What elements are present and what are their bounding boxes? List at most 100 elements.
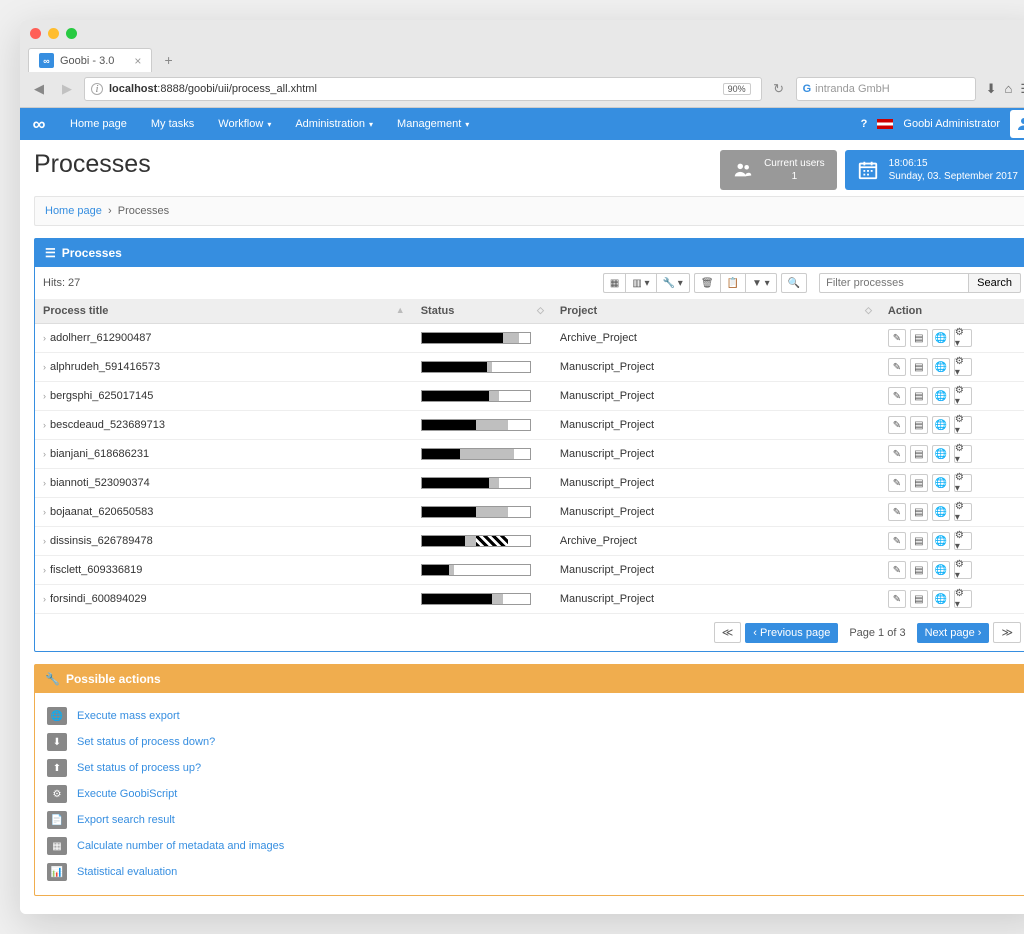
col-title[interactable]: Process title	[43, 305, 108, 317]
action-link[interactable]: Set status of process up?	[77, 762, 201, 774]
action-link[interactable]: Export search result	[77, 814, 175, 826]
action-link[interactable]: Calculate number of metadata and images	[77, 840, 284, 852]
gear-icon[interactable]: ⚙ ▾	[954, 358, 972, 376]
filter-input[interactable]	[819, 273, 969, 293]
window-close-icon[interactable]	[30, 28, 41, 39]
tab-close-icon[interactable]: ×	[134, 54, 141, 68]
logo-icon[interactable]: ∞	[20, 108, 58, 140]
gear-icon[interactable]: ⚙ ▾	[954, 445, 972, 463]
globe-icon[interactable]: 🌐	[932, 561, 950, 579]
delete-button[interactable]: 🗑	[694, 273, 720, 293]
book-icon[interactable]: ▤	[910, 387, 928, 405]
pager-next[interactable]: Next page ›	[917, 623, 990, 643]
back-button[interactable]: ◀	[28, 78, 50, 100]
columns-button[interactable]: ▥ ▾	[625, 273, 655, 293]
expand-icon[interactable]: ›	[43, 594, 46, 604]
edit-icon[interactable]: ✎	[888, 561, 906, 579]
book-icon[interactable]: ▤	[910, 329, 928, 347]
lang-flag-icon[interactable]	[877, 119, 893, 129]
nav-administration[interactable]: Administration▾	[283, 108, 385, 140]
book-icon[interactable]: ▤	[910, 503, 928, 521]
gear-icon[interactable]: ⚙ ▾	[954, 532, 972, 550]
expand-icon[interactable]: ›	[43, 333, 46, 343]
gear-icon[interactable]: ⚙ ▾	[954, 503, 972, 521]
tab-add-button[interactable]: +	[158, 52, 178, 68]
globe-icon[interactable]: 🌐	[932, 358, 950, 376]
process-title[interactable]: adolherr_612900487	[50, 332, 152, 344]
process-title[interactable]: fisclett_609336819	[50, 564, 142, 576]
book-icon[interactable]: ▤	[910, 474, 928, 492]
edit-icon[interactable]: ✎	[888, 416, 906, 434]
search-button[interactable]: Search	[969, 273, 1021, 293]
browser-search[interactable]: G intranda GmbH	[796, 77, 976, 101]
tools-button[interactable]: 🔧 ▾	[656, 273, 690, 293]
gear-icon[interactable]: ⚙ ▾	[954, 561, 972, 579]
nav-management[interactable]: Management▾	[385, 108, 481, 140]
process-title[interactable]: bianjani_618686231	[50, 448, 149, 460]
expand-icon[interactable]: ›	[43, 420, 46, 430]
process-title[interactable]: dissinsis_626789478	[50, 535, 153, 547]
copy-button[interactable]: 📋	[720, 273, 745, 293]
book-icon[interactable]: ▤	[910, 532, 928, 550]
breadcrumb-home[interactable]: Home page	[45, 205, 102, 217]
forward-button[interactable]: ▶	[56, 78, 78, 100]
action-link[interactable]: Execute mass export	[77, 710, 180, 722]
help-icon[interactable]: ?	[861, 118, 868, 130]
home-icon[interactable]: ⌂	[1004, 81, 1012, 97]
gear-icon[interactable]: ⚙ ▾	[954, 474, 972, 492]
expand-icon[interactable]: ›	[43, 507, 46, 517]
pager-prev[interactable]: ‹ Previous page	[745, 623, 838, 643]
nav-my-tasks[interactable]: My tasks	[139, 108, 206, 140]
nav-workflow[interactable]: Workflow▾	[206, 108, 283, 140]
gear-icon[interactable]: ⚙ ▾	[954, 590, 972, 608]
zoom-badge[interactable]: 90%	[723, 83, 751, 95]
edit-icon[interactable]: ✎	[888, 532, 906, 550]
col-status[interactable]: Status	[421, 305, 455, 317]
window-minimize-icon[interactable]	[48, 28, 59, 39]
reload-button[interactable]: ↻	[768, 78, 790, 100]
process-title[interactable]: bescdeaud_523689713	[50, 419, 165, 431]
process-title[interactable]: forsindi_600894029	[50, 593, 147, 605]
globe-icon[interactable]: 🌐	[932, 387, 950, 405]
download-icon[interactable]: ⬇	[986, 81, 997, 97]
expand-icon[interactable]: ›	[43, 449, 46, 459]
username[interactable]: Goobi Administrator	[903, 118, 1000, 130]
book-icon[interactable]: ▤	[910, 358, 928, 376]
globe-icon[interactable]: 🌐	[932, 532, 950, 550]
filter-button[interactable]: ▼ ▾	[745, 273, 777, 293]
edit-icon[interactable]: ✎	[888, 387, 906, 405]
book-icon[interactable]: ▤	[910, 416, 928, 434]
globe-icon[interactable]: 🌐	[932, 329, 950, 347]
expand-icon[interactable]: ›	[43, 391, 46, 401]
nav-home[interactable]: Home page	[58, 108, 139, 140]
gear-icon[interactable]: ⚙ ▾	[954, 387, 972, 405]
search-icon-button[interactable]: 🔍	[781, 273, 807, 293]
browser-tab[interactable]: ∞ Goobi - 3.0 ×	[28, 48, 152, 72]
book-icon[interactable]: ▤	[910, 445, 928, 463]
edit-icon[interactable]: ✎	[888, 474, 906, 492]
process-title[interactable]: alphrudeh_591416573	[50, 361, 160, 373]
globe-icon[interactable]: 🌐	[932, 445, 950, 463]
pager-first[interactable]: ≪	[714, 622, 742, 643]
expand-icon[interactable]: ›	[43, 536, 46, 546]
gear-icon[interactable]: ⚙ ▾	[954, 416, 972, 434]
window-maximize-icon[interactable]	[66, 28, 77, 39]
user-icon[interactable]	[1010, 110, 1024, 138]
view-grid-button[interactable]: ▦	[603, 273, 625, 293]
expand-icon[interactable]: ›	[43, 362, 46, 372]
menu-icon[interactable]: ☰	[1020, 81, 1024, 97]
book-icon[interactable]: ▤	[910, 590, 928, 608]
globe-icon[interactable]: 🌐	[932, 590, 950, 608]
action-link[interactable]: Set status of process down?	[77, 736, 215, 748]
edit-icon[interactable]: ✎	[888, 503, 906, 521]
expand-icon[interactable]: ›	[43, 478, 46, 488]
globe-icon[interactable]: 🌐	[932, 474, 950, 492]
edit-icon[interactable]: ✎	[888, 590, 906, 608]
process-title[interactable]: bergsphi_625017145	[50, 390, 153, 402]
gear-icon[interactable]: ⚙ ▾	[954, 329, 972, 347]
action-link[interactable]: Execute GoobiScript	[77, 788, 177, 800]
process-title[interactable]: bojaanat_620650583	[50, 506, 153, 518]
edit-icon[interactable]: ✎	[888, 329, 906, 347]
info-icon[interactable]: i	[91, 83, 103, 95]
globe-icon[interactable]: 🌐	[932, 416, 950, 434]
